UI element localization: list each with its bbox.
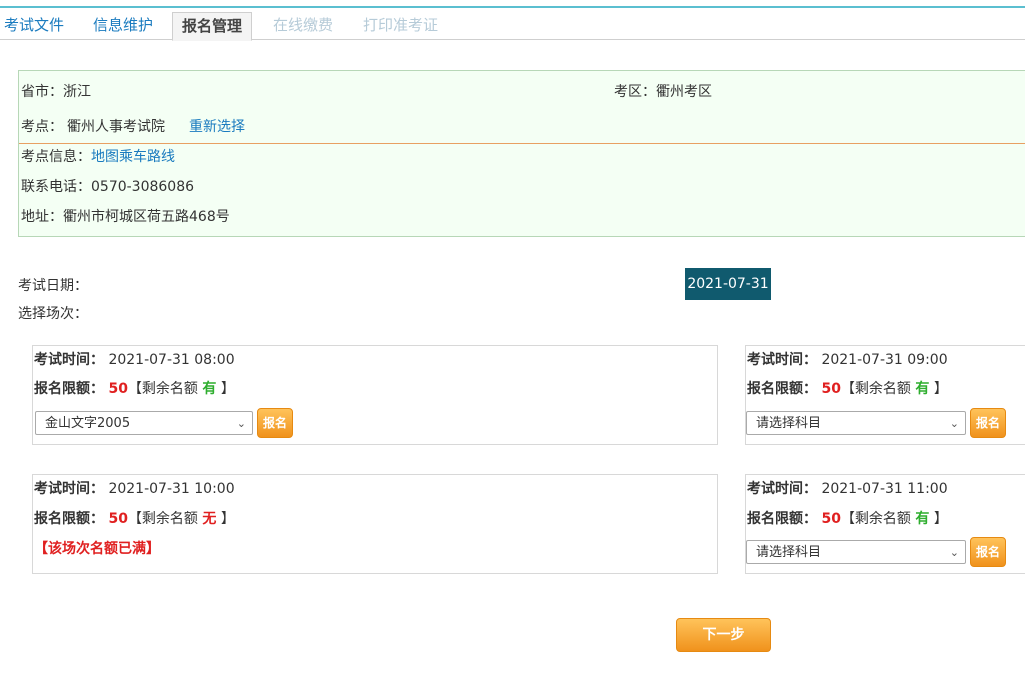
phone-value: 0570-3086086	[91, 179, 195, 195]
quota-label: 报名限额：	[34, 511, 104, 527]
exam-date-button[interactable]: 2021-07-31	[685, 268, 771, 300]
chevron-down-icon: ⌄	[949, 417, 959, 430]
quota-label: 报名限额：	[747, 381, 817, 397]
chevron-down-icon: ⌄	[236, 417, 246, 430]
map-route-link[interactable]: 地图乘车路线	[91, 149, 175, 165]
site-value: 衢州人事考试院	[67, 119, 165, 135]
site-info-row: 考点信息：地图乘车路线	[21, 146, 175, 166]
session-card-0900: 考试时间： 2021-07-31 09:00 报名限额： 50【剩余名额 有 】…	[745, 345, 1025, 445]
session-full-message: 【该场次名额已满】	[34, 541, 160, 557]
exam-site-info-panel: 省市：浙江 考区：衢州考区 考点： 衢州人事考试院 重新选择 考点信息：地图乘车路线…	[18, 70, 1025, 237]
time-label: 考试时间：	[747, 481, 817, 497]
remain-status: 有	[915, 511, 930, 527]
info-divider	[19, 143, 1025, 144]
phone-row: 联系电话：0570-3086086	[21, 176, 194, 196]
session-quota-row: 报名限额： 50【剩余名额 无 】	[34, 508, 235, 528]
remain-open: 【剩余名额	[127, 381, 198, 397]
tab-print-admission-ticket: 打印准考证	[363, 16, 439, 34]
signup-button[interactable]: 报名	[970, 537, 1006, 567]
province-value: 浙江	[63, 84, 91, 100]
session-quota-row: 报名限额： 50【剩余名额 有 】	[747, 378, 948, 398]
session-time-row: 考试时间： 2021-07-31 08:00	[34, 349, 235, 369]
remain-close: 】	[933, 381, 948, 397]
site-row: 考点： 衢州人事考试院 重新选择	[21, 116, 245, 136]
chevron-down-icon: ⌄	[949, 546, 959, 559]
quota-value: 50	[108, 511, 128, 527]
session-card-1000: 考试时间： 2021-07-31 10:00 报名限额： 50【剩余名额 无 】…	[32, 474, 718, 574]
province-row: 省市：浙江	[21, 81, 91, 101]
time-label: 考试时间：	[747, 352, 817, 368]
signup-button[interactable]: 报名	[257, 408, 293, 438]
subject-select-value: 金山文字2005	[45, 416, 131, 431]
remain-close: 】	[933, 511, 948, 527]
signup-button[interactable]: 报名	[970, 408, 1006, 438]
tab-bar: 考试文件 信息维护 报名管理 在线缴费 打印准考证	[0, 8, 1025, 41]
address-value: 衢州市柯城区荷五路468号	[63, 209, 230, 225]
exam-date-label: 考试日期：	[18, 278, 88, 294]
phone-label: 联系电话：	[21, 179, 91, 195]
quota-value: 50	[108, 381, 128, 397]
subject-select[interactable]: 金山文字2005 ⌄	[35, 411, 253, 435]
time-label: 考试时间：	[34, 481, 104, 497]
tab-online-payment: 在线缴费	[273, 16, 334, 34]
tab-info-maintenance[interactable]: 信息维护	[93, 12, 153, 39]
session-quota-row: 报名限额： 50【剩余名额 有 】	[747, 508, 948, 528]
remain-close: 】	[220, 381, 235, 397]
remain-open: 【剩余名额	[840, 381, 911, 397]
time-value: 2021-07-31 11:00	[821, 481, 948, 497]
province-label: 省市：	[21, 84, 63, 100]
session-card-1100: 考试时间： 2021-07-31 11:00 报名限额： 50【剩余名额 有 】…	[745, 474, 1025, 574]
remain-status: 有	[915, 381, 930, 397]
session-label: 选择场次：	[18, 306, 88, 322]
site-label: 考点：	[21, 119, 63, 135]
session-card-0800: 考试时间： 2021-07-31 08:00 报名限额： 50【剩余名额 有 】…	[32, 345, 718, 445]
quota-value: 50	[821, 381, 841, 397]
site-info-label: 考点信息：	[21, 149, 91, 165]
address-row: 地址：衢州市柯城区荷五路468号	[21, 206, 230, 226]
time-value: 2021-07-31 08:00	[108, 352, 235, 368]
time-label: 考试时间：	[34, 352, 104, 368]
remain-open: 【剩余名额	[127, 511, 198, 527]
time-value: 2021-07-31 09:00	[821, 352, 948, 368]
session-time-row: 考试时间： 2021-07-31 10:00	[34, 478, 235, 498]
quota-value: 50	[821, 511, 841, 527]
remain-open: 【剩余名额	[840, 511, 911, 527]
next-step-button[interactable]: 下一步	[676, 618, 771, 652]
tab-registration-management[interactable]: 报名管理	[172, 12, 253, 41]
subject-select[interactable]: 请选择科目 ⌄	[746, 540, 966, 564]
time-value: 2021-07-31 10:00	[108, 481, 235, 497]
session-time-row: 考试时间： 2021-07-31 11:00	[747, 478, 948, 498]
quota-label: 报名限额：	[747, 511, 817, 527]
session-time-row: 考试时间： 2021-07-31 09:00	[747, 349, 948, 369]
remain-status: 无	[202, 511, 217, 527]
district-label: 考区：	[614, 84, 656, 100]
session-quota-row: 报名限额： 50【剩余名额 有 】	[34, 378, 235, 398]
address-label: 地址：	[21, 209, 63, 225]
subject-select[interactable]: 请选择科目 ⌄	[746, 411, 966, 435]
district-row: 考区：衢州考区	[614, 81, 712, 101]
district-value: 衢州考区	[656, 84, 712, 100]
quota-label: 报名限额：	[34, 381, 104, 397]
reselect-link[interactable]: 重新选择	[189, 119, 245, 135]
subject-select-value: 请选择科目	[756, 416, 822, 431]
tab-exam-files[interactable]: 考试文件	[4, 12, 64, 39]
subject-select-value: 请选择科目	[756, 545, 822, 560]
remain-status: 有	[202, 381, 217, 397]
remain-close: 】	[220, 511, 235, 527]
